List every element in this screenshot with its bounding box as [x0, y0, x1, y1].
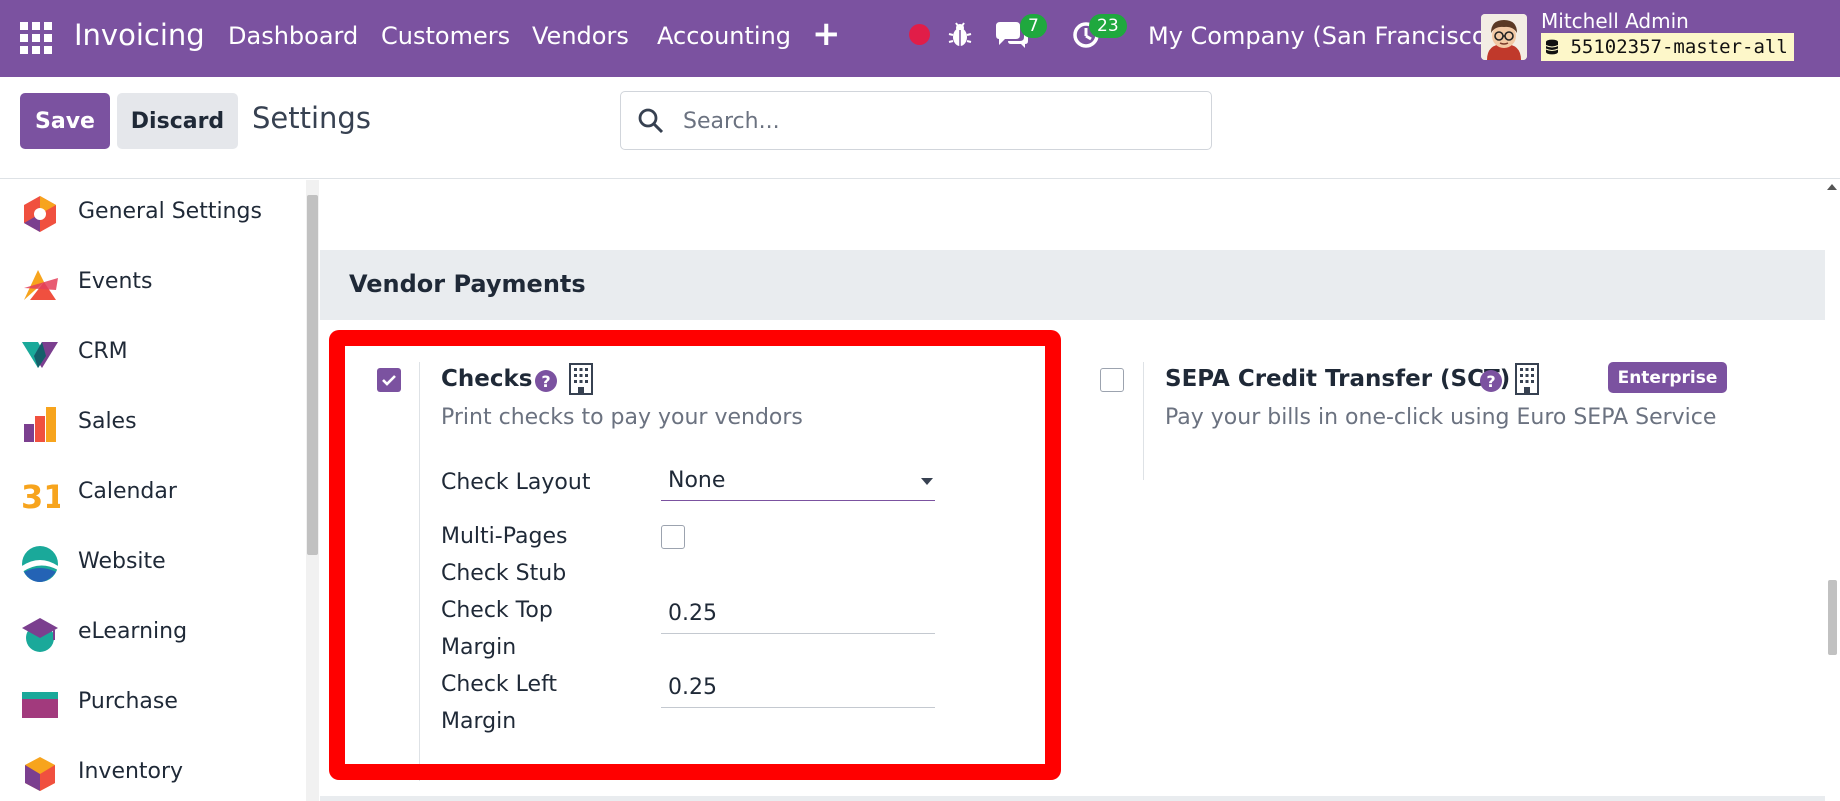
check-layout-label: Check Layout: [441, 470, 591, 495]
activity-count-badge: 23: [1089, 14, 1127, 38]
menu-customers[interactable]: Customers: [381, 22, 510, 50]
top-margin-label-line2: Margin: [441, 635, 517, 660]
checks-checkbox[interactable]: [377, 368, 401, 392]
events-icon: [20, 264, 60, 304]
sidebar-item-label: Purchase: [78, 689, 178, 714]
enterprise-badge[interactable]: Enterprise: [1608, 362, 1727, 393]
discard-button[interactable]: Discard: [117, 93, 238, 149]
crm-icon: [20, 334, 60, 374]
left-margin-label-line1: Check Left: [441, 672, 558, 697]
top-navbar: Invoicing Dashboard Customers Vendors Ac…: [0, 0, 1840, 77]
save-button[interactable]: Save: [20, 93, 110, 149]
company-building-icon: [568, 362, 594, 400]
multi-pages-checkbox[interactable]: [661, 525, 685, 549]
chat-count-badge: 7: [1020, 14, 1047, 38]
setting-divider: [1143, 362, 1144, 480]
section-header: Vendor Payments: [320, 250, 1825, 320]
recording-icon[interactable]: [909, 24, 930, 45]
sidebar-item-calendar[interactable]: 31 Calendar: [0, 464, 300, 524]
database-name: 55102357-master-all: [1541, 33, 1794, 61]
sales-icon: [20, 404, 60, 444]
help-icon[interactable]: ?: [535, 370, 557, 392]
company-building-icon: [1514, 362, 1540, 400]
purchase-icon: [20, 684, 60, 724]
section-title: Vendor Payments: [349, 270, 586, 298]
sidebar-item-purchase[interactable]: Purchase: [0, 674, 300, 734]
sidebar-item-label: Website: [78, 549, 166, 574]
app-menu-icon[interactable]: [20, 22, 52, 54]
app-name[interactable]: Invoicing: [74, 18, 205, 52]
settings-content: Vendor Payments Checks ? Print checks to…: [320, 180, 1825, 801]
scroll-up-arrow-icon[interactable]: [1827, 184, 1837, 190]
menu-accounting[interactable]: Accounting: [657, 22, 791, 50]
menu-vendors[interactable]: Vendors: [532, 22, 629, 50]
sidebar-item-label: CRM: [78, 339, 128, 364]
website-icon: [20, 544, 60, 584]
sepa-checkbox[interactable]: [1100, 368, 1124, 392]
left-margin-input[interactable]: 0.25: [661, 670, 935, 708]
settings-search: [620, 91, 1212, 150]
checks-title: Checks: [441, 366, 533, 392]
multi-pages-label-line2: Check Stub: [441, 561, 567, 586]
sidebar-item-sales[interactable]: Sales: [0, 394, 300, 454]
user-avatar[interactable]: [1481, 14, 1527, 60]
content-scrollbar-thumb[interactable]: [1828, 580, 1837, 655]
top-margin-label-line1: Check Top: [441, 598, 553, 623]
user-name[interactable]: Mitchell Admin: [1541, 9, 1689, 33]
help-icon[interactable]: ?: [1480, 370, 1502, 392]
sidebar-item-label: Calendar: [78, 479, 177, 504]
top-margin-input[interactable]: 0.25: [661, 596, 935, 634]
content-scrollbar[interactable]: [1825, 180, 1840, 801]
checkmark-icon: [382, 375, 396, 386]
settings-sidebar: General Settings Events CRM Sales 31 Cal…: [0, 180, 306, 801]
menu-dashboard[interactable]: Dashboard: [228, 22, 358, 50]
sidebar-item-inventory[interactable]: Inventory: [0, 744, 300, 801]
general-settings-icon: [20, 194, 60, 234]
database-icon: [1545, 39, 1559, 55]
calendar-icon: 31: [20, 474, 66, 516]
sidebar-item-elearning[interactable]: eLearning: [0, 604, 300, 664]
sidebar-item-label: Events: [78, 269, 153, 294]
setting-divider: [419, 362, 420, 781]
chevron-down-icon: [921, 478, 933, 485]
sidebar-scrollbar-thumb[interactable]: [307, 195, 318, 555]
bug-icon[interactable]: [948, 22, 972, 52]
page-title: Settings: [252, 101, 371, 135]
elearning-icon: [20, 614, 60, 654]
sepa-title: SEPA Credit Transfer (SCT): [1165, 366, 1511, 392]
checks-description: Print checks to pay your vendors: [441, 405, 803, 430]
multi-pages-label-line1: Multi-Pages: [441, 524, 568, 549]
search-input[interactable]: [683, 104, 1183, 138]
sidebar-item-general-settings[interactable]: General Settings: [0, 184, 300, 244]
check-layout-select[interactable]: None: [661, 461, 935, 501]
sidebar-item-website[interactable]: Website: [0, 534, 300, 594]
search-icon: [637, 107, 665, 139]
sidebar-item-label: General Settings: [78, 199, 262, 224]
sidebar-item-events[interactable]: Events: [0, 254, 300, 314]
sidebar-item-crm[interactable]: CRM: [0, 324, 300, 384]
section-footer: [320, 796, 1825, 801]
left-margin-label: Check Left Margin: [441, 666, 557, 740]
multi-pages-label: Multi-Pages Check Stub: [441, 518, 567, 592]
highlight-annotation-box: [329, 330, 1061, 780]
sepa-description: Pay your bills in one-click using Euro S…: [1165, 405, 1717, 430]
sidebar-scrollbar[interactable]: [306, 180, 319, 801]
inventory-icon: [20, 754, 60, 794]
sidebar-item-label: eLearning: [78, 619, 188, 644]
database-label: 55102357-master-all: [1570, 36, 1788, 58]
control-panel: Save Discard Settings: [0, 77, 1840, 179]
plus-icon[interactable]: +: [812, 14, 841, 54]
sidebar-item-label: Sales: [78, 409, 137, 434]
sidebar-item-label: Inventory: [78, 759, 184, 784]
svg-text:31: 31: [21, 478, 60, 514]
left-margin-label-line2: Margin: [441, 709, 517, 734]
check-layout-value: None: [668, 468, 726, 493]
top-margin-label: Check Top Margin: [441, 592, 553, 666]
company-switcher[interactable]: My Company (San Francisco): [1148, 22, 1496, 50]
